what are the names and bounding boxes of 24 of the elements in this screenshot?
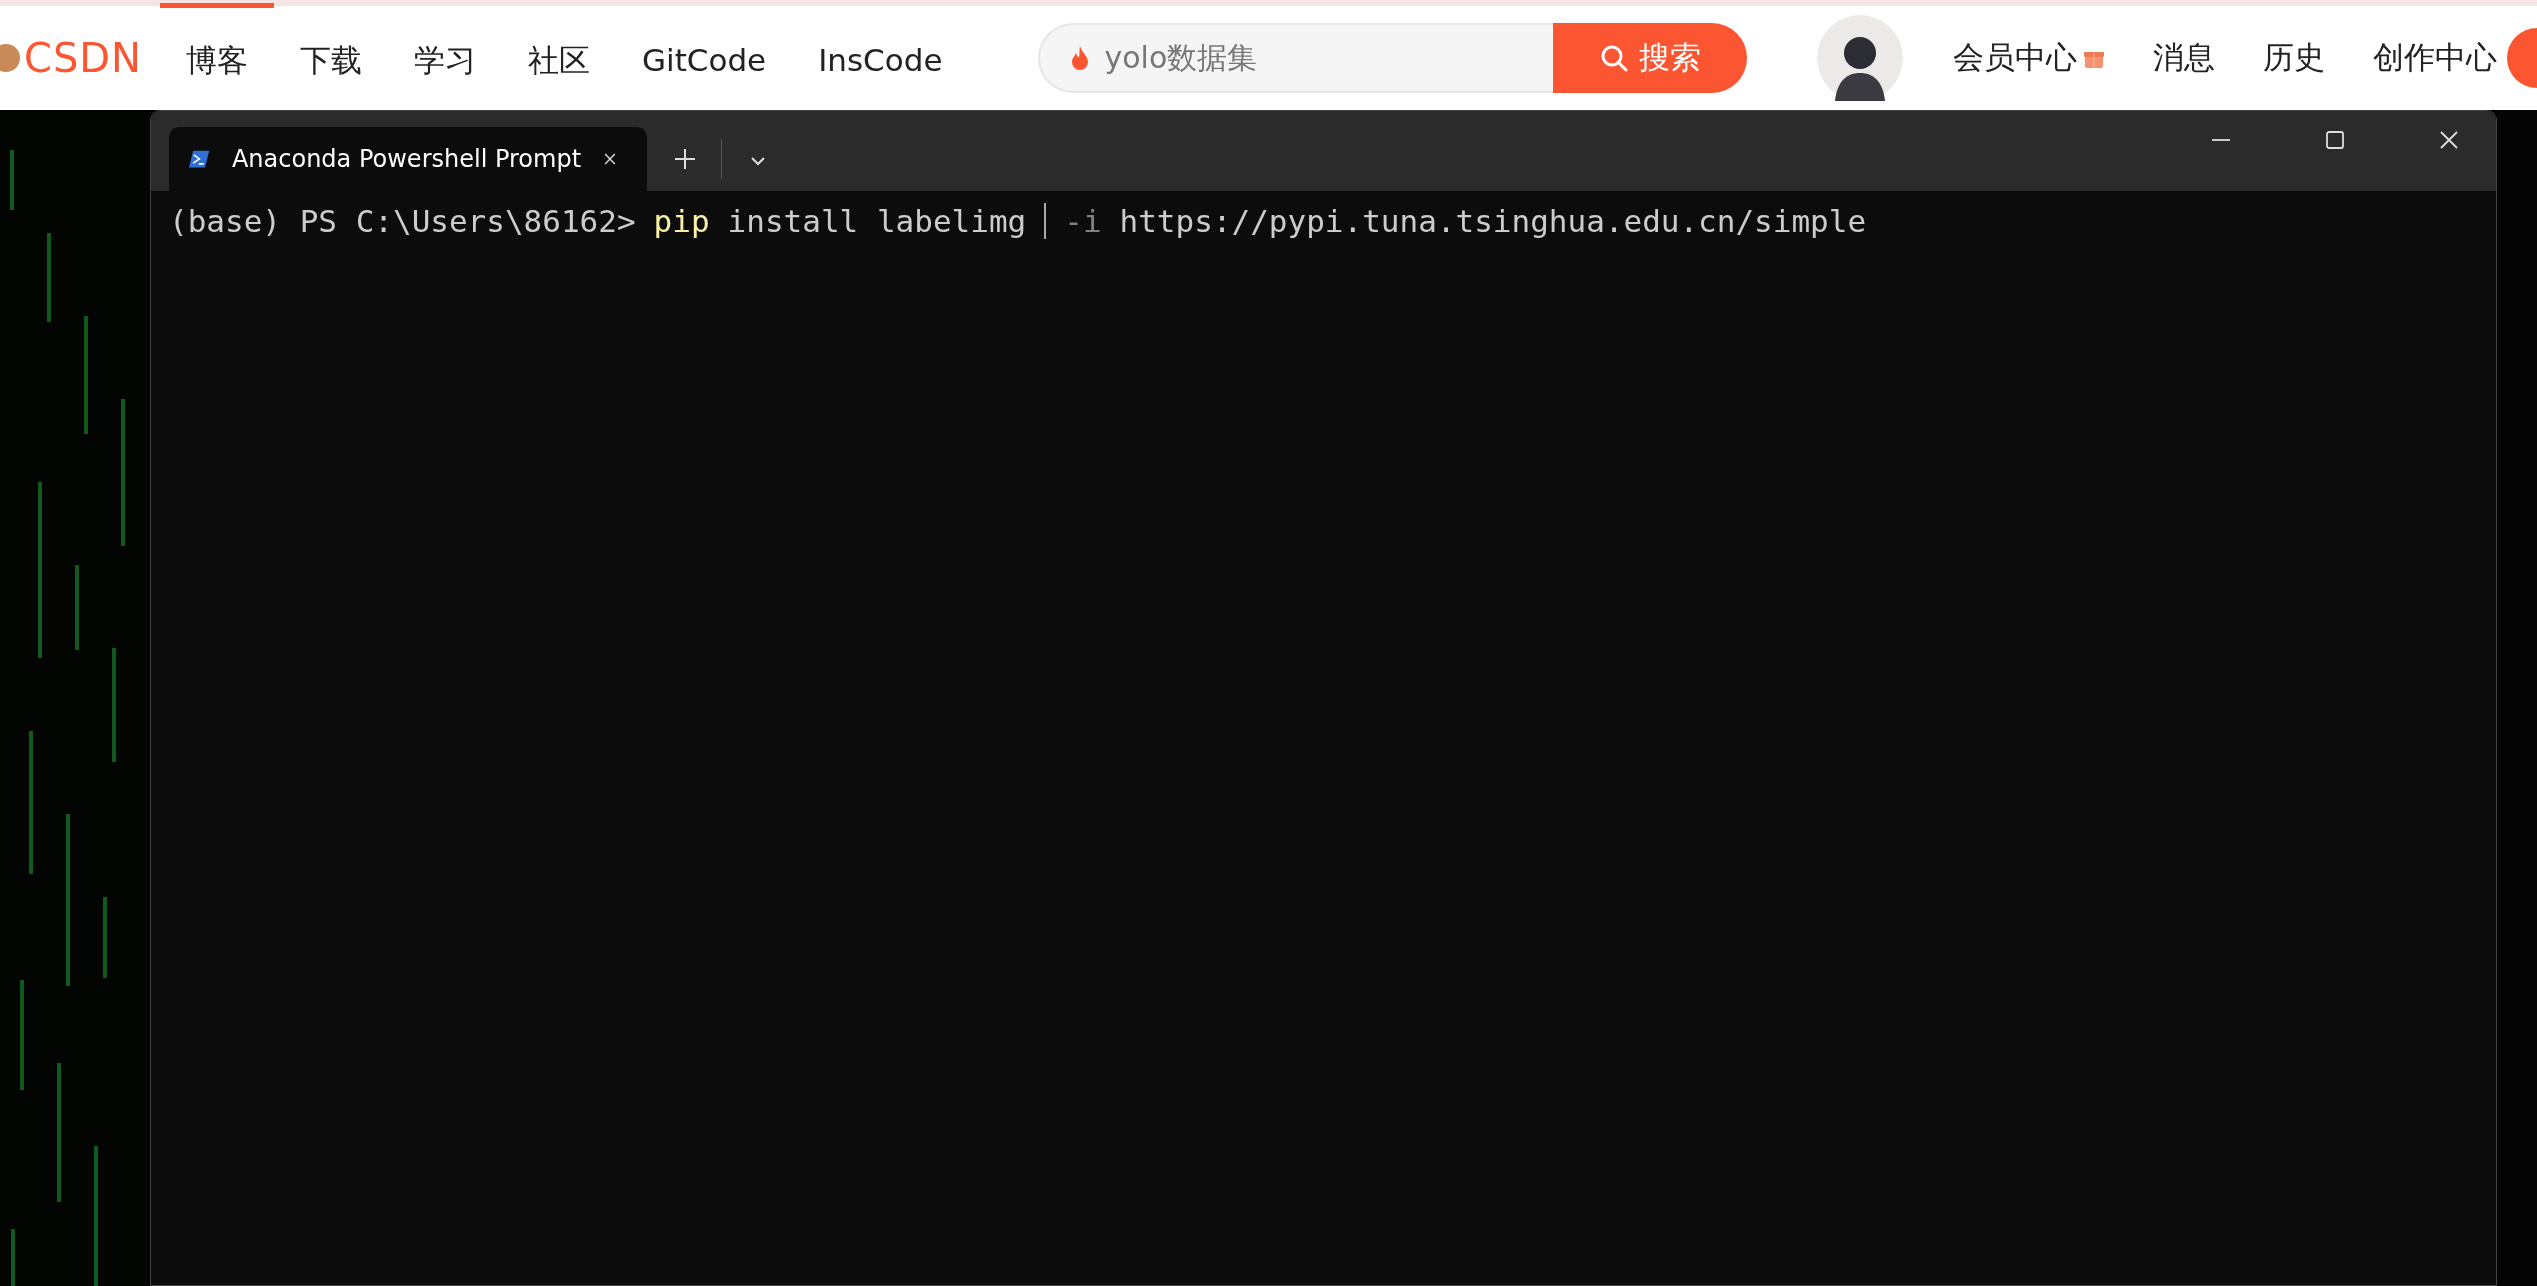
nav-link[interactable]: 社区 — [502, 3, 616, 107]
search-field[interactable]: yolo数据集 — [1038, 23, 1554, 93]
terminal-tab[interactable]: Anaconda Powershell Prompt — [169, 127, 647, 191]
console-text: https://pypi.tuna.tsinghua.edu.cn/simple — [1119, 203, 1867, 239]
console-text: pip — [653, 203, 710, 239]
text-cursor — [1044, 203, 1047, 239]
close-icon[interactable] — [2438, 129, 2460, 151]
console-text: (base) PS C:\Users\86162> — [169, 203, 636, 239]
console-text: -i — [1064, 203, 1102, 239]
nav-link[interactable]: 下载 — [274, 3, 388, 107]
user-menu-link[interactable]: 历史 — [2263, 37, 2326, 79]
user-menu-link[interactable]: 创作中心 — [2373, 37, 2498, 79]
console-text: install labelimg — [727, 203, 1027, 239]
nav-link[interactable]: 学习 — [388, 3, 502, 107]
avatar[interactable] — [1817, 15, 1904, 101]
search-icon — [1599, 43, 1630, 73]
nav-link[interactable]: InsCode — [792, 3, 969, 107]
user-menu-link[interactable]: 会员中心 — [1953, 37, 2106, 79]
flame-icon — [1070, 45, 1091, 71]
new-tab-icon[interactable] — [673, 147, 697, 171]
publish-icon[interactable] — [2507, 28, 2537, 88]
nav-link[interactable]: GitCode — [616, 3, 793, 107]
user-menu-link[interactable]: 消息 — [2153, 37, 2216, 79]
maximize-icon[interactable] — [2324, 129, 2346, 151]
